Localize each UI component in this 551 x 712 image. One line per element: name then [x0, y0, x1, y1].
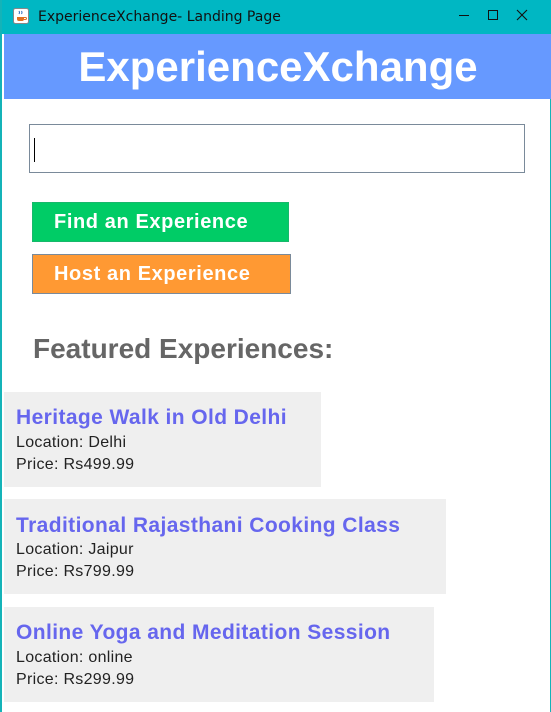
experience-location: Location: online — [16, 649, 133, 666]
search-input[interactable] — [29, 124, 525, 173]
title-bar[interactable]: ExperienceXchange- Landing Page — [2, 0, 551, 34]
experience-location: Location: Delhi — [16, 434, 127, 451]
window-title: ExperienceXchange- Landing Page — [38, 9, 281, 25]
experience-card[interactable]: Traditional Rajasthani Cooking Class Loc… — [4, 499, 446, 594]
host-experience-button[interactable]: Host an Experience — [32, 254, 291, 294]
java-coffee-icon — [13, 8, 29, 24]
find-experience-button[interactable]: Find an Experience — [32, 202, 289, 242]
text-caret — [34, 138, 35, 162]
featured-heading: Featured Experiences: — [33, 333, 334, 364]
app-header: ExperienceXchange — [4, 34, 551, 99]
experience-title: Heritage Walk in Old Delhi — [16, 406, 288, 429]
experience-card[interactable]: Heritage Walk in Old Delhi Location: Del… — [4, 392, 321, 487]
experience-title: Traditional Rajasthani Cooking Class — [16, 514, 401, 537]
experience-location: Location: Jaipur — [16, 541, 134, 558]
application-window: ExperienceXchange- Landing Page Experien… — [0, 0, 551, 712]
experience-price: Price: Rs499.99 — [16, 456, 135, 473]
close-button[interactable] — [493, 0, 551, 34]
experience-card[interactable]: Online Yoga and Meditation Session Locat… — [4, 607, 434, 702]
close-icon — [516, 8, 528, 26]
experience-price: Price: Rs299.99 — [16, 671, 135, 688]
app-title: ExperienceXchange — [78, 42, 478, 90]
experience-price: Price: Rs799.99 — [16, 563, 135, 580]
experience-title: Online Yoga and Meditation Session — [16, 621, 391, 644]
